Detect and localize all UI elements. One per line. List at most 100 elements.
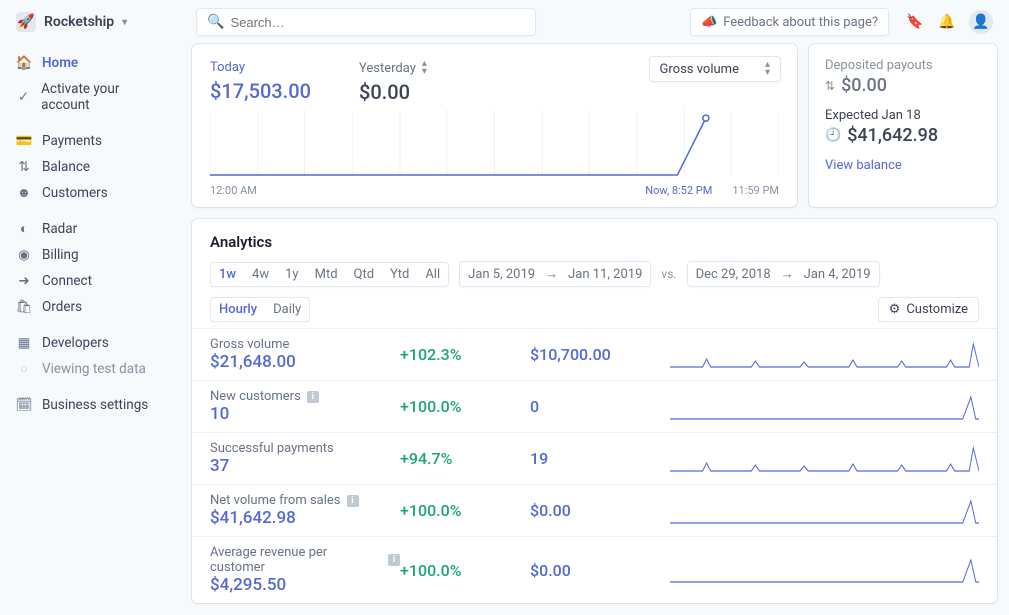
axis-end: 11:59 PM (732, 184, 779, 197)
orders-icon: 🛍 (16, 299, 32, 315)
user-avatar[interactable]: 👤 (969, 10, 993, 34)
sidebar-item-label: Radar (42, 221, 77, 237)
metric-change: +94.7% (400, 449, 530, 468)
connect-icon: ➜ (16, 273, 32, 289)
sidebar-item-customers[interactable]: ☻Customers (0, 180, 180, 206)
metric-compare: $10,700.00 (530, 345, 670, 364)
sidebar-item-label: Business settings (42, 397, 148, 413)
metric-row[interactable]: Successful payments 37+94.7%19 (192, 432, 997, 484)
metric-value: 10 (210, 404, 400, 424)
view-balance-link[interactable]: View balance (825, 158, 981, 173)
sidebar-item-label: Developers (42, 335, 109, 351)
date-range-primary[interactable]: Jan 5, 2019 → Jan 11, 2019 (459, 261, 651, 287)
sidebar-item-billing[interactable]: ◉ Billing (0, 242, 180, 268)
metric-compare: $0.00 (530, 561, 670, 580)
period-4w[interactable]: 4w (244, 263, 277, 286)
sidebar-item-activate[interactable]: ✓Activate your account (0, 76, 180, 118)
search-icon: 🔍 (207, 14, 224, 30)
customize-label: Customize (906, 302, 968, 317)
metric-value: 37 (210, 456, 400, 476)
sidebar-item-label: Payments (42, 133, 102, 149)
sort-icon: ▴▾ (422, 60, 427, 76)
metric-value: $4,295.50 (210, 575, 400, 595)
period-all[interactable]: All (417, 263, 448, 286)
settings-icon: 🗓 (16, 397, 32, 413)
sidebar-item-label: Viewing test data (42, 361, 146, 377)
sidebar-item-balance[interactable]: ⇅ Balance (0, 154, 180, 180)
range1-to: Jan 11, 2019 (560, 263, 650, 286)
arrow-right-icon: → (779, 262, 796, 286)
sidebar-item-business-settings[interactable]: 🗓 Business settings (0, 392, 180, 418)
sidebar-item-label: Home (42, 55, 78, 71)
sidebar-item-orders[interactable]: 🛍Orders (0, 294, 180, 320)
vs-label: vs. (661, 267, 676, 281)
date-range-compare[interactable]: Dec 29, 2018 → Jan 4, 2019 (687, 261, 880, 287)
bookmark-icon[interactable]: 🔖 (905, 14, 925, 30)
metric-change: +100.0% (400, 501, 530, 520)
metric-sparkline (670, 393, 979, 421)
metric-title: New customers i (210, 389, 400, 404)
payouts-card: Deposited payouts ⇅$0.00 Expected Jan 18… (809, 44, 997, 207)
metric-sparkline (670, 497, 979, 525)
bell-icon[interactable]: 🔔 (937, 14, 957, 30)
deposited-value: $0.00 (841, 75, 887, 96)
balance-icon: ⇅ (16, 159, 32, 175)
sidebar-item-label: Connect (42, 273, 92, 289)
metric-change: +100.0% (400, 397, 530, 416)
period-ytd[interactable]: Ytd (382, 263, 417, 286)
metric-compare: 19 (530, 449, 670, 468)
brand-icon: 🚀 (16, 12, 36, 32)
sidebar-item-developers[interactable]: ▦ Developers (0, 330, 180, 356)
period-qtd[interactable]: Qtd (346, 263, 383, 286)
info-icon: i (347, 495, 359, 507)
sidebar-item-radar[interactable]: ◐ Radar (0, 216, 180, 242)
gross-volume-label: Gross volume (660, 62, 739, 77)
metric-row[interactable]: Net volume from sales i$41,642.98+100.0%… (192, 484, 997, 536)
feedback-button[interactable]: 📣 Feedback about this page? (690, 8, 889, 36)
granularity-daily[interactable]: Daily (265, 298, 309, 321)
sidebar-item-connect[interactable]: ➜ Connect (0, 268, 180, 294)
search-box[interactable]: 🔍 (196, 8, 536, 36)
today-value: $17,503.00 (210, 79, 311, 103)
range2-from: Dec 29, 2018 (688, 263, 779, 286)
metric-row[interactable]: Average revenue per customer i$4,295.50+… (192, 536, 997, 603)
info-icon: i (388, 554, 400, 566)
sidebar-item-home[interactable]: 🏠Home (0, 50, 180, 76)
axis-now: Now, 8:52 PM (645, 184, 712, 197)
search-input[interactable] (230, 15, 525, 30)
sidebar-item-label: Balance (42, 159, 90, 175)
today-label: Today (210, 60, 311, 75)
metric-row[interactable]: Gross volume $21,648.00+102.3%$10,700.00 (192, 328, 997, 380)
range2-to: Jan 4, 2019 (796, 263, 879, 286)
radar-icon: ◐ (16, 221, 32, 237)
analytics-title: Analytics (192, 233, 997, 261)
axis-start: 12:00 AM (210, 184, 257, 197)
sidebar-item-label: Billing (42, 247, 79, 263)
billing-icon: ◉ (16, 247, 32, 263)
brand-switcher[interactable]: 🚀 Rocketship ▾ (16, 12, 180, 32)
period-1y[interactable]: 1y (277, 263, 306, 286)
metric-sparkline (670, 556, 979, 584)
feedback-label: Feedback about this page? (723, 15, 878, 30)
period-1w[interactable]: 1w (211, 263, 244, 286)
metric-value: $41,642.98 (210, 508, 400, 528)
sidebar-item-payments[interactable]: 💳Payments (0, 128, 180, 154)
yesterday-value: $0.00 (359, 80, 427, 104)
period-segment[interactable]: 1w 4w 1y Mtd Qtd Ytd All (210, 262, 449, 287)
check-icon: ✓ (16, 89, 31, 105)
metric-title: Net volume from sales i (210, 493, 400, 508)
metric-row[interactable]: New customers i10+100.0%0 (192, 380, 997, 432)
gross-volume-select[interactable]: Gross volume ▴▾ (649, 56, 781, 82)
metric-change: +100.0% (400, 561, 530, 580)
developers-icon: ▦ (16, 335, 32, 351)
yesterday-label: Yesterday▴▾ (359, 60, 427, 76)
metric-title: Successful payments (210, 441, 400, 456)
granularity-hourly[interactable]: Hourly (211, 298, 265, 321)
sidebar-item-test-data[interactable]: ○Viewing test data (0, 356, 180, 382)
metric-sparkline (670, 341, 979, 369)
customize-button[interactable]: ⚙ Customize (878, 297, 979, 322)
granularity-segment[interactable]: Hourly Daily (210, 297, 310, 322)
transfer-icon: ⇅ (825, 79, 835, 93)
period-mtd[interactable]: Mtd (307, 263, 346, 286)
analytics-card: Analytics 1w 4w 1y Mtd Qtd Ytd All Jan 5… (192, 219, 997, 603)
